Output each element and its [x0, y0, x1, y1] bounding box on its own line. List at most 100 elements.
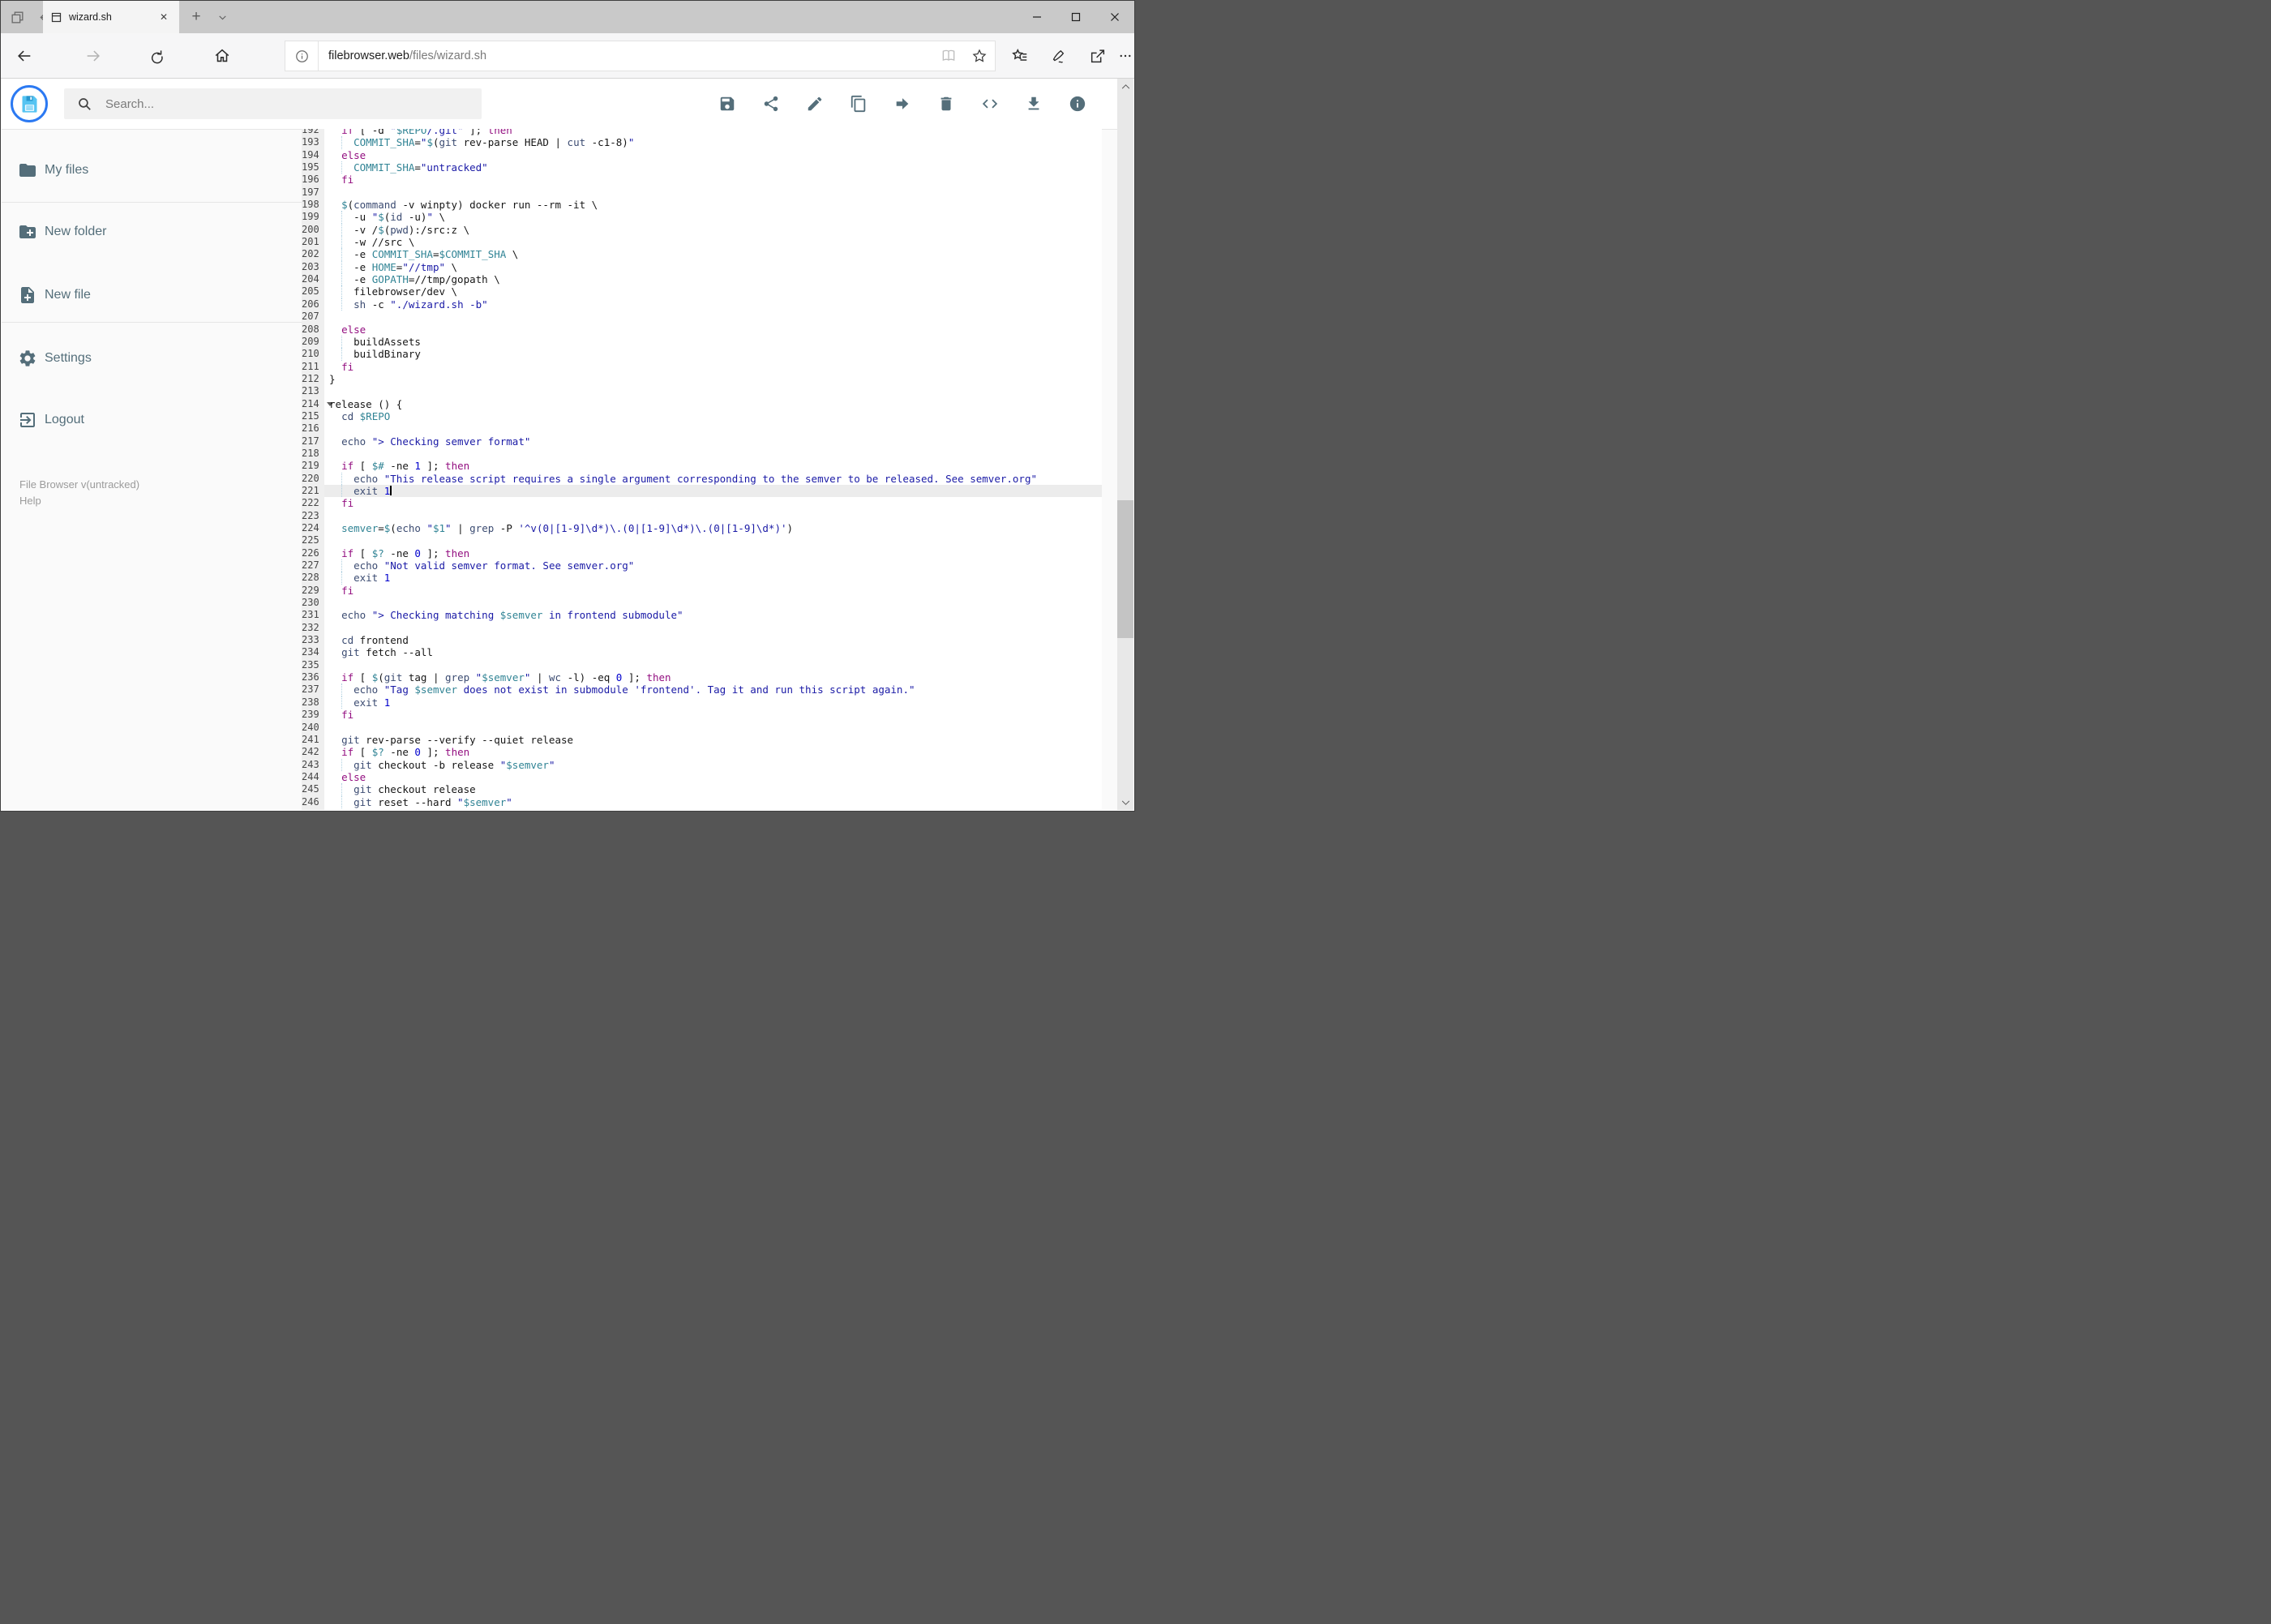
tab-preview-button[interactable]	[2, 1, 32, 33]
line-content: echo "Tag $semver does not exist in subm…	[324, 683, 1102, 696]
hub-favorites-button[interactable]	[1005, 41, 1035, 71]
code-line-241: 241 git rev-parse --verify --quiet relea…	[302, 733, 1102, 747]
delete-button[interactable]	[937, 95, 955, 113]
url-text: filebrowser.web/files/wizard.sh	[328, 49, 933, 62]
help-link[interactable]: Help	[19, 494, 41, 508]
filebrowser-logo[interactable]	[11, 85, 48, 122]
indent-guide	[341, 348, 343, 361]
indent-guide	[341, 161, 343, 174]
code-line-207: 207	[302, 311, 1102, 324]
line-number: 220	[302, 472, 324, 485]
line-content: exit 1	[324, 696, 1102, 709]
web-note-pen-button[interactable]	[1043, 41, 1074, 71]
indent-guide	[341, 783, 343, 796]
line-number: 216	[302, 422, 324, 435]
code-line-203: 203 -e HOME="//tmp" \	[302, 260, 1102, 274]
floppy-disk-icon	[19, 93, 41, 115]
share-button[interactable]	[762, 95, 780, 113]
edit-button[interactable]	[806, 95, 824, 113]
copy-button[interactable]	[850, 95, 868, 113]
sidebar-item-my-files[interactable]: My files	[2, 151, 302, 190]
indent-guide	[341, 273, 343, 286]
refresh-button[interactable]	[141, 41, 172, 71]
code-line-235: 235	[302, 658, 1102, 672]
code-line-213: 213	[302, 385, 1102, 398]
window-controls	[1018, 1, 1134, 33]
text-cursor	[390, 485, 392, 495]
maximize-button[interactable]	[1056, 1, 1095, 33]
scroll-down-icon[interactable]	[1117, 794, 1133, 810]
sidebar-item-label: Settings	[45, 351, 92, 365]
line-number: 232	[302, 621, 324, 635]
line-number: 209	[302, 335, 324, 349]
line-content: if [ -d "$REPO/.git" ]; then	[341, 129, 512, 136]
line-number: 204	[302, 273, 324, 286]
line-content: else	[341, 323, 366, 336]
line-content: else	[341, 770, 366, 783]
code-line-199: 199 -u "$(id -u)" \	[302, 211, 1102, 224]
code-line-226: 226 if [ $? -ne 0 ]; then	[302, 546, 1102, 560]
code-line-214: 214 release () {	[302, 397, 1102, 410]
home-button[interactable]	[207, 41, 238, 71]
code-line-196: 196 fi	[302, 174, 1102, 186]
back-button[interactable]	[9, 41, 40, 71]
code-line-192: 192 if [ -d "$REPO/.git" ]; then	[302, 129, 1102, 137]
line-content	[324, 622, 1102, 634]
line-content: echo "> Checking semver format"	[341, 435, 531, 448]
scrollbar-thumb[interactable]	[1117, 500, 1133, 638]
forward-button[interactable]	[78, 41, 109, 71]
indent-guide	[341, 572, 343, 585]
line-number: 246	[302, 795, 324, 808]
code-line-218: 218	[302, 447, 1102, 461]
tab-wizard-sh[interactable]: wizard.sh ✕	[43, 1, 179, 33]
address-bar[interactable]: filebrowser.web/files/wizard.sh	[285, 41, 996, 71]
download-icon	[1025, 95, 1043, 113]
more-options-button[interactable]	[1116, 41, 1134, 71]
tab-close-icon[interactable]: ✕	[156, 9, 172, 25]
code-line-234: 234 git fetch --all	[302, 646, 1102, 659]
move-button[interactable]	[893, 95, 911, 113]
sidebar-item-label: My files	[45, 163, 89, 177]
code-button[interactable]	[981, 95, 999, 113]
code-line-246: 246 git reset --hard "$semver"	[302, 795, 1102, 808]
indent-guide	[341, 211, 343, 224]
scroll-up-icon[interactable]	[1117, 79, 1133, 95]
tab-title: wizard.sh	[69, 11, 112, 23]
tab-list-chevron-icon[interactable]	[210, 1, 234, 33]
share-button[interactable]	[1082, 41, 1113, 71]
code-editor[interactable]: 192 if [ -d "$REPO/.git" ]; then 193 COMM…	[302, 129, 1102, 810]
favorites-star-icon[interactable]	[964, 41, 995, 71]
sidebar-item-new-file[interactable]: New file	[2, 276, 302, 315]
code-line-231: 231 echo "> Checking matching $semver in…	[302, 609, 1102, 622]
sidebar-item-settings[interactable]: Settings	[2, 339, 302, 378]
new-tab-button[interactable]: +	[182, 1, 210, 33]
close-button[interactable]	[1095, 1, 1134, 33]
code-line-204: 204 -e GOPATH=//tmp/gopath \	[302, 273, 1102, 286]
sidebar-item-logout[interactable]: Logout	[2, 401, 302, 439]
sidebar-item-new-folder[interactable]: New folder	[2, 212, 302, 251]
line-content: git reset --hard "$semver"	[324, 795, 1102, 808]
line-number: 245	[302, 783, 324, 796]
page-scrollbar[interactable]	[1117, 79, 1133, 810]
line-number: 229	[302, 584, 324, 598]
reading-view-icon[interactable]	[933, 41, 964, 71]
info-button[interactable]	[1069, 95, 1086, 113]
indent-guide	[341, 335, 343, 349]
code-line-210: 210 buildBinary	[302, 348, 1102, 361]
download-button[interactable]	[1025, 95, 1043, 113]
code-line-216: 216	[302, 422, 1102, 435]
line-number: 208	[302, 323, 324, 336]
site-info-icon[interactable]	[285, 41, 319, 71]
folder-plus-icon	[18, 222, 45, 242]
indent-guide	[341, 223, 343, 237]
indent-guide	[341, 248, 343, 261]
line-number: 247	[302, 808, 324, 810]
line-content: semver=$(echo "$1" | grep -P '^v(0|[1-9]…	[341, 522, 794, 534]
search-input[interactable]	[104, 96, 482, 112]
line-number: 244	[302, 770, 324, 784]
minimize-button[interactable]	[1018, 1, 1056, 33]
save-button[interactable]	[718, 95, 736, 113]
line-number: 228	[302, 572, 324, 585]
indent-guide	[341, 795, 343, 808]
edit-icon	[806, 95, 824, 113]
